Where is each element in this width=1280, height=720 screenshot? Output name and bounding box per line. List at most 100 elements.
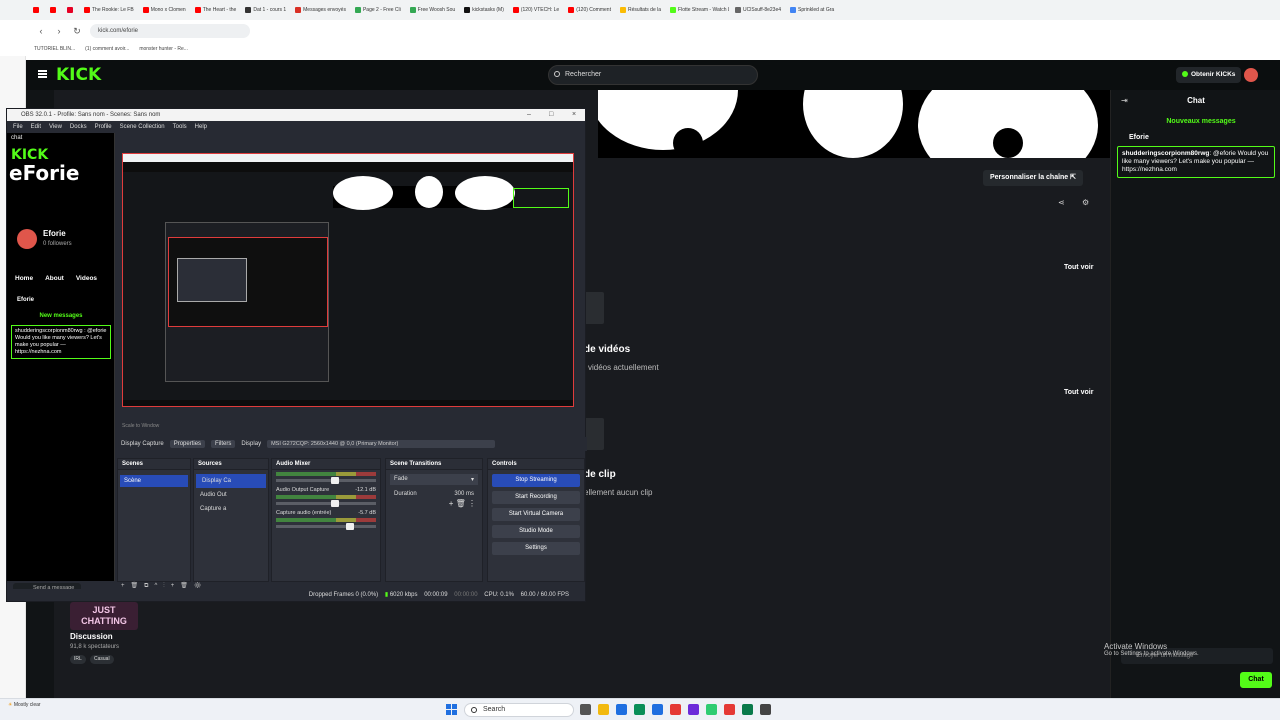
chat-username[interactable]: Eforie	[1129, 134, 1149, 141]
scene-item[interactable]: Scène	[120, 475, 188, 487]
volume-slider[interactable]	[276, 500, 376, 507]
taskbar-app-icon[interactable]	[580, 704, 591, 715]
windows-start-icon[interactable]	[446, 704, 457, 715]
add-icon[interactable]: +	[449, 499, 454, 508]
transition-select[interactable]: Fade ▾	[390, 474, 478, 485]
volume-slider[interactable]	[276, 523, 376, 530]
stream-video[interactable]	[598, 90, 1110, 158]
volume-knob[interactable]	[346, 523, 354, 530]
menu-view[interactable]: View	[49, 124, 62, 130]
new-messages-label[interactable]: New messages	[11, 313, 111, 319]
browser-tab[interactable]: Mono x Clomen	[140, 7, 189, 13]
taskbar-app-icon[interactable]	[706, 704, 717, 715]
see-all-link[interactable]: Tout voir	[1064, 264, 1093, 271]
duration-field[interactable]: 300 ms	[454, 491, 474, 497]
browser-tab[interactable]: (120) Comment	[565, 7, 614, 13]
browser-tab[interactable]: Page 2 - Free Cli	[352, 7, 404, 13]
forward-icon[interactable]: ›	[54, 26, 64, 36]
taskbar-app-icon[interactable]	[634, 704, 645, 715]
weather-widget[interactable]: ☀ Mostly clear	[8, 702, 41, 708]
settings-button[interactable]: Settings	[492, 542, 580, 555]
kick-logo[interactable]: KICK	[56, 65, 101, 85]
bookmark-item[interactable]: TUTORIEL BLIN...	[34, 46, 75, 52]
kick-logo: KICK	[11, 147, 49, 163]
share-icon[interactable]: ⋖	[1058, 198, 1065, 207]
source-item[interactable]: Capture a	[194, 502, 268, 516]
menu-help[interactable]: Help	[195, 124, 207, 130]
browser-tab[interactable]: The Rookie: Le FB	[81, 7, 137, 13]
new-messages-label[interactable]: Nouveaux messages	[1131, 118, 1271, 125]
url-field[interactable]: kick.com/eforie	[90, 24, 250, 38]
taskbar-search[interactable]: Search	[464, 703, 574, 717]
display-select[interactable]: MSI G272CQP: 2560x1440 @ 0,0 (Primary Mo…	[267, 440, 496, 448]
browser-tab[interactable]: Résultats de la	[617, 7, 664, 13]
back-icon[interactable]: ‹	[36, 26, 46, 36]
filters-button[interactable]: Filters	[211, 440, 236, 448]
reload-icon[interactable]: ↻	[72, 26, 82, 36]
taskbar-app-icon[interactable]	[742, 704, 753, 715]
scale-label[interactable]: Scale to Window	[122, 423, 159, 429]
taskbar-app-icon[interactable]	[760, 704, 771, 715]
browser-tab[interactable]	[30, 7, 44, 13]
settings-icon[interactable]: ⚙	[1082, 198, 1089, 207]
chat-send-button[interactable]: Chat	[1240, 672, 1272, 688]
tab-videos[interactable]: Videos	[76, 275, 97, 282]
browser-tab[interactable]: (120) VTECH: Le	[510, 7, 562, 13]
chat-message-user[interactable]: shudderingscorpionm80rwg	[1122, 150, 1209, 157]
minimize-icon[interactable]: –	[527, 109, 531, 121]
browser-tab[interactable]: Flotte Stream - Watch Liv	[667, 7, 729, 13]
volume-slider[interactable]	[276, 477, 376, 484]
trash-icon[interactable]: 🗑	[456, 499, 466, 508]
avatar[interactable]	[1244, 68, 1258, 82]
taskbar-app-icon[interactable]	[670, 704, 681, 715]
close-icon[interactable]: ×	[572, 109, 576, 121]
search-input[interactable]: Rechercher	[548, 65, 758, 85]
tag-pill[interactable]: Casual	[90, 655, 114, 664]
bookmark-item[interactable]: (1) comment avoir...	[85, 46, 129, 52]
browser-tab[interactable]: Sprinkled at Gra	[787, 7, 837, 13]
chat-username[interactable]: Eforie	[17, 297, 34, 303]
menu-edit[interactable]: Edit	[31, 124, 41, 130]
taskbar-app-icon[interactable]	[652, 704, 663, 715]
more-icon[interactable]: ⋮	[468, 499, 476, 508]
browser-tab[interactable]: Messages envoyés	[292, 7, 349, 13]
taskbar-app-icon[interactable]	[688, 704, 699, 715]
browser-tab[interactable]	[64, 7, 78, 13]
tab-about[interactable]: About	[45, 275, 64, 282]
menu-file[interactable]: File	[13, 124, 23, 130]
studio-mode-button[interactable]: Studio Mode	[492, 525, 580, 538]
browser-tab[interactable]: kickstasks (M)	[461, 7, 507, 13]
volume-knob[interactable]	[331, 500, 339, 507]
menu-tools[interactable]: Tools	[173, 124, 187, 130]
stop-streaming-button[interactable]: Stop Streaming	[492, 474, 580, 487]
see-all-link[interactable]: Tout voir	[1064, 389, 1093, 396]
bookmark-item[interactable]: monster hunter - Re...	[139, 46, 188, 52]
menu-icon[interactable]	[38, 70, 47, 78]
tab-favicon-icon	[409, 7, 416, 13]
source-item[interactable]: Audio Out	[194, 488, 268, 502]
browser-tab[interactable]: UClSsuff-8e23e4	[732, 7, 784, 13]
browser-tab[interactable]	[47, 7, 61, 13]
start-recording-button[interactable]: Start Recording	[492, 491, 580, 504]
tag-pill[interactable]: IRL	[70, 655, 86, 664]
menu-profile[interactable]: Profile	[95, 124, 112, 130]
browser-tab[interactable]: The Heart - the	[192, 7, 240, 13]
category-thumbnail[interactable]: JUST CHATTING	[70, 602, 138, 630]
start-virtual-camera-button[interactable]: Start Virtual Camera	[492, 508, 580, 521]
properties-button[interactable]: Properties	[169, 440, 206, 448]
obs-preview-canvas[interactable]	[122, 153, 574, 407]
taskbar-app-icon[interactable]	[724, 704, 735, 715]
customize-channel-button[interactable]: Personnaliser la chaîne ⇱	[983, 170, 1084, 186]
get-kicks-button[interactable]: Obtenir KICKs	[1176, 67, 1242, 83]
source-item[interactable]: Display Ca	[196, 474, 266, 488]
maximize-icon[interactable]: □	[549, 109, 553, 121]
category-title[interactable]: Discussion	[70, 632, 113, 641]
tab-home[interactable]: Home	[15, 275, 33, 282]
browser-tab[interactable]: Free Woosh Sou	[407, 7, 458, 13]
taskbar-app-icon[interactable]	[598, 704, 609, 715]
menu-scene-collection[interactable]: Scene Collection	[120, 124, 165, 130]
menu-docks[interactable]: Docks	[70, 124, 87, 130]
browser-tab[interactable]: Dat 1 - cours 1	[242, 7, 289, 13]
taskbar-app-icon[interactable]	[616, 704, 627, 715]
volume-knob[interactable]	[331, 477, 339, 484]
